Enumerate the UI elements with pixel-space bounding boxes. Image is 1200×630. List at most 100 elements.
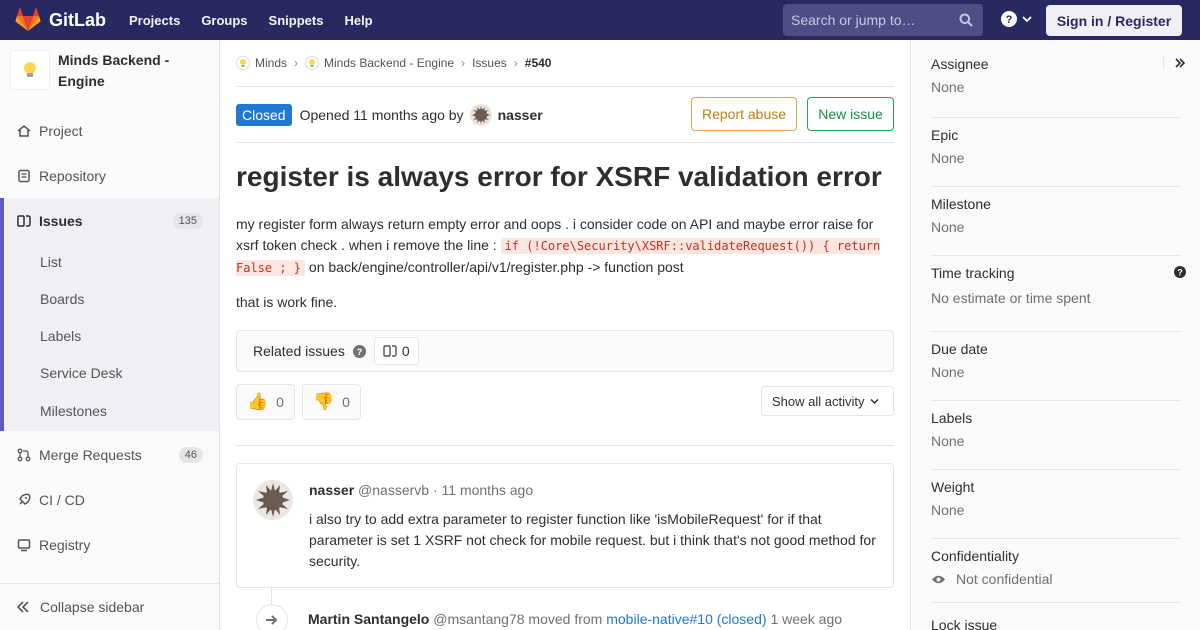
breadcrumb-group-label: Minds <box>255 56 288 70</box>
new-issue-button[interactable]: New issue <box>807 97 894 131</box>
question-circle-icon: ? <box>1001 11 1017 27</box>
weight-block: Weight None <box>931 479 1181 539</box>
breadcrumb-current[interactable]: #540 <box>525 56 552 70</box>
sidebar-subitem-boards[interactable]: Boards <box>4 280 219 317</box>
breadcrumb-project[interactable]: Minds Backend - Engine › <box>305 56 472 70</box>
nav-link-groups[interactable]: Groups <box>201 13 247 28</box>
sidebar-item-label: CI / CD <box>39 491 85 508</box>
system-note-username[interactable]: @msantang78 <box>433 611 524 627</box>
lightbulb-icon <box>305 56 320 70</box>
sidebar-subitem-labels[interactable]: Labels <box>4 317 219 354</box>
nav-link-snippets[interactable]: Snippets <box>269 13 324 28</box>
issue-description-line: that is work fine. <box>236 294 338 310</box>
report-abuse-button[interactable]: Report abuse <box>691 97 797 131</box>
comment-username[interactable]: @nasservb <box>358 482 429 498</box>
epic-value: None <box>931 150 965 166</box>
issue-author[interactable]: nasser <box>498 107 543 123</box>
gitlab-tanuki-icon <box>15 8 41 31</box>
time-tracking-value: No estimate or time spent <box>931 290 1091 306</box>
sidebar-subitem-list[interactable]: List <box>4 243 219 280</box>
sign-in-button[interactable]: Sign in / Register <box>1046 5 1182 36</box>
sidebar-item-label: Merge Requests <box>39 446 142 463</box>
merge-requests-count-badge: 46 <box>178 446 203 463</box>
brand-name: GitLab <box>49 9 106 30</box>
confidentiality-label: Confidentiality <box>931 548 1019 564</box>
breadcrumb-group[interactable]: Minds › <box>236 56 305 70</box>
thumbs-down-button[interactable]: 👎 0 <box>302 384 361 420</box>
merge-icon <box>16 447 32 463</box>
chevron-down-icon <box>870 398 880 404</box>
question-circle-icon[interactable]: ? <box>352 344 366 358</box>
sidebar-subitem-service-desk[interactable]: Service Desk <box>4 354 219 391</box>
sidebar-item-label: Issues <box>39 212 83 229</box>
activity-filter-dropdown[interactable]: Show all activity <box>761 386 894 416</box>
collapse-sidebar-button[interactable]: Collapse sidebar <box>0 583 219 630</box>
assignee-label: Assignee <box>931 56 989 72</box>
sidebar-item-ci-cd[interactable]: CI / CD <box>0 477 219 522</box>
issues-submenu: List Boards Labels Service Desk Mileston… <box>0 243 219 431</box>
avatar[interactable] <box>253 480 293 520</box>
moved-from-link[interactable]: mobile-native#10 (closed) <box>606 611 766 627</box>
right-sidebar: Assignee None Epic None Milestone None T… <box>910 40 1200 630</box>
home-icon <box>16 123 32 139</box>
assignee-block: Assignee None <box>931 56 1181 118</box>
weight-label: Weight <box>931 479 975 495</box>
activity-filter-label: Show all activity <box>772 393 865 409</box>
awards-bar: 👍 0 👎 0 Show all activity <box>236 372 894 446</box>
status-badge: Closed <box>236 103 292 126</box>
nav-link-help[interactable]: Help <box>344 13 372 28</box>
doc-icon <box>16 168 32 184</box>
sidebar-subitem-milestones[interactable]: Milestones <box>4 391 219 431</box>
milestone-label: Milestone <box>931 196 991 212</box>
sidebar-item-issues[interactable]: Issues 135 <box>0 198 219 243</box>
sidebar-item-repository[interactable]: Repository <box>0 153 219 198</box>
thumbs-up-button[interactable]: 👍 0 <box>236 384 295 420</box>
issues-icon <box>16 213 32 229</box>
milestone-block: Milestone None <box>931 196 1181 256</box>
due-date-value: None <box>931 364 965 380</box>
description-text: on back/engine/controller/api/v1/registe… <box>305 259 684 275</box>
system-note-author[interactable]: Martin Santangelo <box>308 611 429 627</box>
comment-body: i also try to add extra parameter to reg… <box>309 511 876 569</box>
confidentiality-value-row: Not confidential <box>931 571 1181 587</box>
breadcrumb-issues[interactable]: Issues › <box>472 56 525 70</box>
issues-icon <box>383 345 397 357</box>
eye-icon <box>932 575 945 583</box>
breadcrumb-separator: › <box>294 56 299 70</box>
epic-label: Epic <box>931 127 959 143</box>
comment-author[interactable]: nasser <box>309 482 354 498</box>
sidebar-item-label: Repository <box>39 167 106 184</box>
left-sidebar: Minds Backend - Engine Project Repositor… <box>0 40 220 630</box>
rocket-icon <box>16 492 32 508</box>
breadcrumb-project-label: Minds Backend - Engine <box>324 56 455 70</box>
search-icon[interactable] <box>959 13 973 27</box>
registry-icon <box>16 537 32 553</box>
lightbulb-icon <box>236 56 250 70</box>
sidebar-item-merge-requests[interactable]: Merge Requests 46 <box>0 432 219 477</box>
sidebar-item-project[interactable]: Project <box>0 108 219 153</box>
search-input[interactable] <box>791 12 951 28</box>
svg-text:?: ? <box>1006 14 1013 26</box>
project-name: Minds Backend - Engine <box>58 52 170 89</box>
sidebar-item-registry[interactable]: Registry <box>0 522 219 567</box>
related-issues-count[interactable]: 0 <box>373 337 419 365</box>
issue-opened-info: Opened 11 months ago by nasser <box>300 103 543 126</box>
issue-header: Closed Opened 11 months ago by nasser Re… <box>236 87 894 143</box>
lightbulb-icon <box>24 62 36 77</box>
project-avatar <box>10 50 50 90</box>
avatar[interactable] <box>469 103 492 126</box>
weight-value: None <box>931 502 965 518</box>
nav-link-projects[interactable]: Projects <box>129 13 180 28</box>
comment-note: nasser @nasservb · 11 months ago i also … <box>236 463 894 588</box>
gitlab-logo[interactable]: GitLab <box>15 0 106 40</box>
project-header[interactable]: Minds Backend - Engine <box>0 40 219 108</box>
search-box <box>783 4 983 36</box>
confidentiality-value: Not confidential <box>956 571 1053 587</box>
confidentiality-block: Confidentiality Not confidential <box>931 548 1181 603</box>
issue-description: my register form always return empty err… <box>236 214 894 279</box>
related-issues-block: Related issues ? 0 <box>236 330 894 372</box>
collapse-sidebar-label: Collapse sidebar <box>40 599 145 615</box>
help-dropdown[interactable]: ? <box>1001 11 1032 27</box>
comment-header: nasser @nasservb · 11 months ago <box>309 482 533 498</box>
question-circle-icon[interactable]: ? <box>1174 266 1186 278</box>
